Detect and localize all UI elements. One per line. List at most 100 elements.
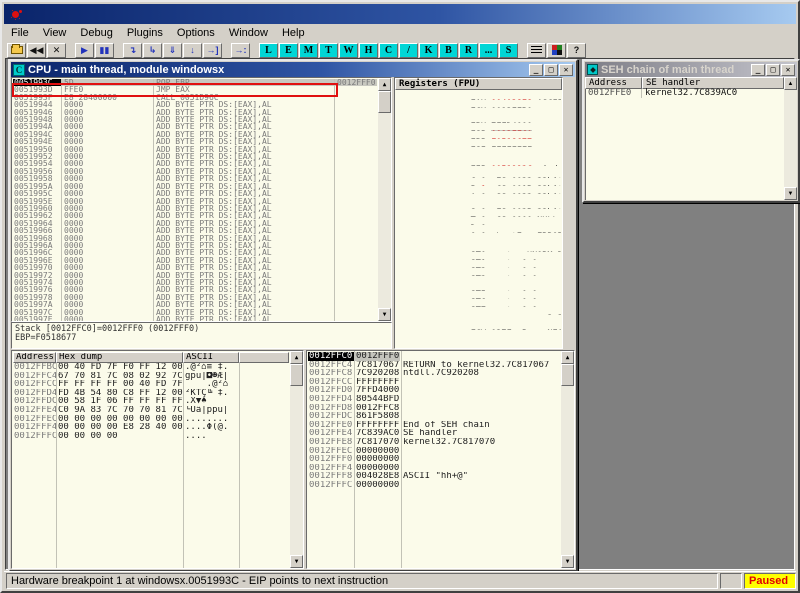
stack-row[interactable]: 0012FFD8 0012FFC8 xyxy=(308,404,560,413)
scroll-up-arrow-icon[interactable]: ▲ xyxy=(378,78,391,91)
close-button[interactable]: ✕ xyxy=(559,64,573,76)
scrollbar-thumb[interactable] xyxy=(290,364,303,386)
handles-button[interactable]: H xyxy=(359,43,378,58)
stack-row[interactable]: 0012FFE4 7C839AC0 SE handler xyxy=(308,429,560,438)
register-row[interactable]: EFL 00000206 (NO,NB,NE,A,NS,PE,GE,G) xyxy=(396,233,561,241)
hex-dump-row[interactable]: 0012FFDC 00 58 1F 06 FF FF FF FF .X▼♠ xyxy=(13,397,289,406)
log-window-button[interactable]: L xyxy=(259,43,278,58)
scrollbar-thumb[interactable] xyxy=(561,364,574,386)
register-row[interactable]: P 1 CS 001B 32bit 0(FFFFFFFF) xyxy=(396,178,561,186)
register-row[interactable]: 3 2 1 0 E S P U xyxy=(396,307,561,315)
disasm-row[interactable]: 00519976 0000 ADD BYTE PTR DS:[EAX],AL xyxy=(13,286,377,293)
scroll-down-arrow-icon[interactable]: ▼ xyxy=(561,555,574,568)
breakpoints-button[interactable]: B xyxy=(439,43,458,58)
disasm-row[interactable]: 0051996E 0000 ADD BYTE PTR DS:[EAX],AL xyxy=(13,257,377,264)
register-row[interactable]: O 0 LastErr ERROR_SUCCESS (00000000) xyxy=(396,225,561,233)
menu-options[interactable]: Options xyxy=(170,25,222,41)
hex-dump-row[interactable]: 0012FFEC 00 00 00 00 00 00 00 00 .......… xyxy=(13,415,289,424)
scroll-up-arrow-icon[interactable]: ▲ xyxy=(290,351,303,364)
disasm-row[interactable]: 0051996A 0000 ADD BYTE PTR DS:[EAX],AL xyxy=(13,242,377,249)
stack-row[interactable]: 0012FFF0 00000000 xyxy=(308,455,560,464)
menu-file[interactable]: File xyxy=(4,25,36,41)
stack-row[interactable]: 0012FFD4 80544BFD xyxy=(308,395,560,404)
pause-button[interactable]: ▮▮ xyxy=(95,43,114,58)
scroll-down-arrow-icon[interactable]: ▼ xyxy=(290,555,303,568)
disasm-row[interactable]: 00519970 0000 ADD BYTE PTR DS:[EAX],AL xyxy=(13,264,377,271)
stack-row[interactable]: 0012FFD0 7FFD4000 xyxy=(308,386,560,395)
maximize-button[interactable]: □ xyxy=(766,64,780,76)
disasm-row[interactable]: 00519974 0000 ADD BYTE PTR DS:[EAX],AL xyxy=(13,279,377,286)
call-stack-button[interactable]: K xyxy=(419,43,438,58)
register-row[interactable]: ST7 empty 0.0 xyxy=(396,299,561,307)
stack-row[interactable]: 0012FFEC 00000000 xyxy=(308,447,560,456)
register-row[interactable]: ESI FFFFFFFF xyxy=(396,139,561,147)
stack-row[interactable]: 0012FFC4 7C817067 RETURN to kernel32.7C8… xyxy=(308,361,560,370)
disasm-row[interactable]: 0051997C 0000 ADD BYTE PTR DS:[EAX],AL xyxy=(13,309,377,316)
register-row[interactable]: EAX 004028E8 ASCII "hh+@" xyxy=(396,92,561,100)
disasm-row[interactable]: 00519968 0000 ADD BYTE PTR DS:[EAX],AL xyxy=(13,235,377,242)
minimize-button[interactable]: _ xyxy=(529,64,543,76)
cpu-window-button[interactable]: C xyxy=(379,43,398,58)
disasm-row[interactable]: 00519952 0000 ADD BYTE PTR DS:[EAX],AL xyxy=(13,153,377,160)
disasm-row[interactable]: 00519964 0000 ADD BYTE PTR DS:[EAX],AL xyxy=(13,220,377,227)
close-program-button[interactable]: ✕ xyxy=(47,43,66,58)
stack-row[interactable]: 0012FFE8 7C817070 kernel32.7C817070 xyxy=(308,438,560,447)
disasm-row[interactable]: 0051995C 0000 ADD BYTE PTR DS:[EAX],AL xyxy=(13,190,377,197)
disasm-row[interactable]: 00519948 0000 ADD BYTE PTR DS:[EAX],AL xyxy=(13,116,377,123)
register-row[interactable]: ECX 0012FFB0 xyxy=(396,100,561,108)
scroll-down-arrow-icon[interactable]: ▼ xyxy=(378,308,391,321)
register-row[interactable]: A 0 SS 0023 32bit 0(FFFFFFFF) xyxy=(396,186,561,194)
disasm-row[interactable]: 0051993F E8 28400000 CALL 0051D96C xyxy=(13,94,377,101)
stack-row[interactable]: 0012FFE0 FFFFFFFF End of SEH chain xyxy=(308,421,560,430)
memory-map-button[interactable]: M xyxy=(299,43,318,58)
disasm-row[interactable]: 00519946 0000 ADD BYTE PTR DS:[EAX],AL xyxy=(13,109,377,116)
menu-view[interactable]: View xyxy=(36,25,74,41)
disasm-row[interactable]: 00519972 0000 ADD BYTE PTR DS:[EAX],AL xyxy=(13,272,377,279)
stack-row[interactable]: 0012FFC0 0012FFF0 xyxy=(308,352,560,361)
register-row[interactable]: ST6 empty 0.0 xyxy=(396,291,561,299)
hex-dump-row[interactable]: 0012FFBC 00 40 FD 7F F0 FF 12 00 .@²⌂≡ ‡… xyxy=(13,363,289,372)
appearance-button[interactable] xyxy=(547,43,566,58)
register-row[interactable]: EDX 7C91E4F4 ntdll.KiFastSystemCallRet xyxy=(396,108,561,116)
disasm-row[interactable]: 0051993C 5D POP EBP 0012FFF0 xyxy=(13,79,377,86)
menu-debug[interactable]: Debug xyxy=(73,25,119,41)
register-row[interactable]: EDI 7C920208 ntdll.7C920208 xyxy=(396,147,561,155)
hex-dump-scrollbar[interactable]: ▲ ▼ xyxy=(290,351,303,568)
stack-row[interactable]: 0012FFF8 004028E8 ASCII "hh+@" xyxy=(308,472,560,481)
hex-dump-row[interactable]: 0012FFFC 00 00 00 00 .... xyxy=(13,432,289,441)
hex-dump-row[interactable]: 0012FFC4 67 70 81 7C 08 02 92 7C gpü|◘☻Æ… xyxy=(13,372,289,381)
scroll-up-arrow-icon[interactable]: ▲ xyxy=(784,77,797,90)
register-row[interactable]: D 0 xyxy=(396,217,561,225)
register-row[interactable]: ESP 0012FFC0 xyxy=(396,123,561,131)
disasm-row[interactable]: 0051996C 0000 ADD BYTE PTR DS:[EAX],AL xyxy=(13,249,377,256)
register-row[interactable]: C 0 ES 0023 32bit 0(FFFFFFFF) xyxy=(396,170,561,178)
stack-row[interactable]: 0012FFF4 00000000 xyxy=(308,464,560,473)
register-row[interactable]: FST 0000 Cond 0 0 0 0 Err 0 0 0 0 xyxy=(396,315,561,323)
menu-window[interactable]: Window xyxy=(222,25,275,41)
register-row[interactable]: ST3 empty 0.0 xyxy=(396,268,561,276)
close-button[interactable]: ✕ xyxy=(781,64,795,76)
scroll-down-arrow-icon[interactable]: ▼ xyxy=(784,187,797,200)
source-button[interactable]: S xyxy=(499,43,518,58)
hex-dump-row[interactable]: 0012FFE4 C0 9A 83 7C 70 70 81 7C └Üâ|ppü… xyxy=(13,406,289,415)
stack-row[interactable]: 0012FFFC 00000000 xyxy=(308,481,560,490)
disasm-row[interactable]: 0051994C 0000 ADD BYTE PTR DS:[EAX],AL xyxy=(13,131,377,138)
register-row[interactable]: ST0 empty -UNORM D0A8 01050104 00000000 xyxy=(396,244,561,252)
disasm-row[interactable]: 00519954 0000 ADD BYTE PTR DS:[EAX],AL xyxy=(13,160,377,167)
disasm-row[interactable]: 00519944 0000 ADD BYTE PTR DS:[EAX],AL xyxy=(13,101,377,108)
register-row[interactable]: ST2 empty 0.0 xyxy=(396,260,561,268)
register-row[interactable]: T 0 GS 0000 NULL xyxy=(396,209,561,217)
step-over-button[interactable]: ↳ xyxy=(143,43,162,58)
disassembly-scrollbar[interactable]: ▲ ▼ xyxy=(378,78,391,321)
register-row[interactable]: FCW 027F Prec NEAR,53 Mask 1 1 xyxy=(396,322,561,330)
register-row[interactable]: ST5 empty 0.0 xyxy=(396,283,561,291)
executable-modules-button[interactable]: E xyxy=(279,43,298,58)
disasm-row[interactable]: 0051997A 0000 ADD BYTE PTR DS:[EAX],AL xyxy=(13,301,377,308)
run-trace-button[interactable]: ... xyxy=(479,43,498,58)
register-row[interactable]: Z 0 DS 0023 32bit 0(FFFFFFFF) xyxy=(396,194,561,202)
hex-dump-row[interactable]: 0012FFCC FF FF FF FF 00 40 FD 7F .@²⌂ xyxy=(13,380,289,389)
hex-dump-row[interactable]: 0012FFD4 FD 4B 54 80 C8 FF 12 00 ²KTÇ╚ ‡… xyxy=(13,389,289,398)
disasm-row[interactable]: 00519956 0000 ADD BYTE PTR DS:[EAX],AL xyxy=(13,168,377,175)
stack-row[interactable]: 0012FFC8 7C920208 ntdll.7C920208 xyxy=(308,369,560,378)
register-row[interactable]: EBX 7FFD4000 xyxy=(396,115,561,123)
